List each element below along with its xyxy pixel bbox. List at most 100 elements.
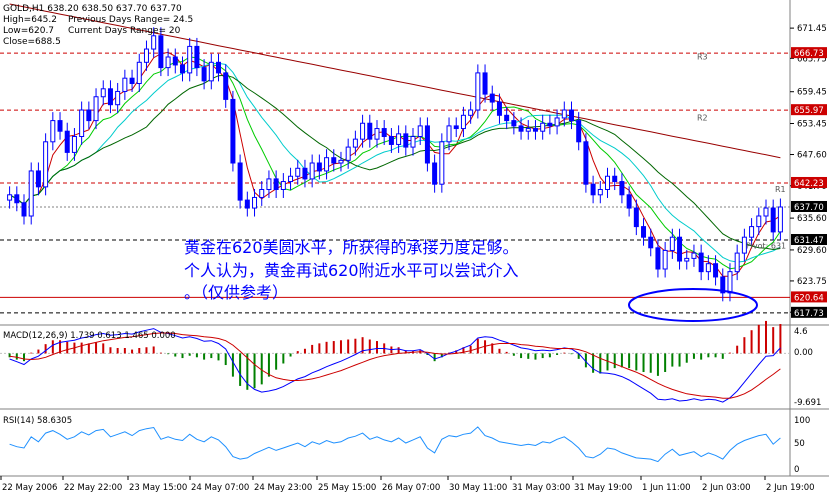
rsi-axis-top: 100 [794, 416, 810, 426]
price-tick-label-8: 623.75 [797, 277, 827, 287]
candle-body-14 [107, 88, 113, 106]
header-ohlc: GOLD,H1 638.20 638.50 637.70 637.70 [3, 4, 182, 14]
candle-body-3 [28, 170, 34, 217]
candle-body-54 [396, 133, 402, 145]
candle-body-69 [504, 114, 510, 122]
price-tick-label-7: 629.60 [797, 246, 827, 256]
candle-body-74 [540, 122, 546, 132]
candle-body-62 [453, 125, 459, 130]
level-label-5: 620.64 [794, 293, 824, 303]
candle-body-1 [14, 194, 20, 204]
candle-body-95 [691, 252, 697, 259]
candle-body-72 [525, 128, 531, 132]
candle-body-37 [273, 178, 279, 190]
candle-body-0 [7, 194, 13, 201]
candle-body-68 [496, 101, 502, 116]
header-low: Low=620.7 [3, 26, 54, 36]
x-tick-label-3: 24 May 07:00 [191, 483, 249, 493]
candle-body-58 [424, 125, 430, 164]
header-close: Close=688.5 [3, 37, 61, 47]
candle-body-25 [187, 45, 193, 74]
candle-body-40 [295, 167, 301, 177]
candle-body-98 [713, 263, 719, 278]
candle-body-2 [21, 202, 27, 217]
candle-body-105 [763, 207, 769, 217]
candle-body-93 [677, 236, 683, 262]
candle-body-15 [115, 90, 121, 106]
candle-body-38 [280, 181, 286, 191]
candle-body-89 [648, 236, 654, 249]
candle-body-33 [244, 199, 250, 209]
candle-body-9 [71, 136, 77, 153]
candle-body-53 [388, 136, 394, 145]
candle-body-81 [590, 183, 596, 196]
x-tick-label-5: 25 May 15:00 [318, 483, 376, 493]
x-tick-label-9: 31 May 19:00 [574, 483, 632, 493]
candle-body-87 [633, 207, 639, 228]
pivot-label-1: R2 [697, 114, 708, 123]
candle-body-11 [86, 109, 92, 122]
price-tick-label-4: 647.60 [797, 151, 827, 161]
candle-body-30 [223, 72, 229, 100]
header-curr-range: Current Days Range= 20 [68, 26, 181, 36]
candle-body-78 [568, 109, 574, 122]
x-tick-label-8: 31 May 03:00 [512, 483, 570, 493]
candle-body-17 [129, 77, 135, 84]
candle-body-71 [518, 125, 524, 132]
level-label-6: 617.73 [794, 309, 824, 319]
candle-body-43 [316, 162, 322, 172]
candle-body-21 [158, 35, 164, 69]
candle-body-104 [756, 215, 762, 228]
candle-body-48 [352, 138, 358, 148]
candle-body-27 [201, 67, 207, 82]
candle-body-26 [194, 45, 200, 69]
candle-body-85 [619, 181, 625, 196]
candle-body-51 [374, 128, 380, 140]
candle-body-79 [576, 120, 582, 143]
candle-body-61 [446, 125, 452, 143]
candle-body-94 [684, 257, 690, 262]
candle-body-13 [100, 88, 106, 98]
candle-body-64 [468, 109, 474, 116]
candle-body-28 [208, 61, 214, 82]
candle-body-5 [43, 141, 49, 188]
candle-body-75 [547, 122, 553, 127]
candle-body-84 [612, 175, 618, 183]
candle-body-50 [367, 122, 373, 140]
candle-body-67 [489, 93, 495, 103]
candle-body-49 [360, 122, 366, 140]
price-tick-label-6: 635.60 [797, 214, 827, 224]
candle-body-55 [403, 133, 409, 148]
candle-body-39 [288, 175, 294, 183]
candle-body-70 [511, 120, 517, 127]
candle-body-32 [237, 162, 243, 201]
candle-body-65 [475, 72, 481, 111]
annotation-line-2: 个人认为，黄金再试620附近水平可以尝试介入 [184, 261, 519, 280]
candle-body-76 [554, 117, 560, 127]
candle-body-47 [345, 146, 351, 161]
candle-body-34 [252, 196, 258, 209]
candle-body-63 [460, 114, 466, 130]
candle-body-80 [583, 141, 589, 185]
x-tick-label-2: 23 May 15:00 [129, 483, 187, 493]
candle-body-19 [143, 48, 149, 63]
candle-body-31 [230, 98, 236, 164]
candle-body-45 [331, 157, 337, 164]
rsi-axis-mid: 50 [794, 439, 805, 449]
pivot-label-2: R1 [775, 185, 786, 194]
annotation-line-1: 黄金在620美圆水平，所获得的承接力度足够。 [184, 238, 519, 257]
macd-axis-top: 4.6 [794, 327, 808, 337]
price-tick-label-2: 659.45 [797, 88, 827, 98]
candle-body-35 [259, 189, 265, 198]
candle-body-86 [626, 194, 632, 209]
candle-body-66 [482, 72, 488, 95]
candle-body-59 [432, 162, 438, 185]
candle-body-8 [64, 130, 70, 153]
rsi-axis-bottom: 0 [794, 465, 799, 475]
candle-body-100 [727, 271, 733, 294]
candle-body-106 [770, 207, 776, 233]
pivot-label-0: R3 [697, 53, 708, 62]
level-label-0: 666.73 [794, 49, 824, 59]
candle-body-12 [93, 96, 99, 122]
candle-body-16 [122, 77, 128, 92]
